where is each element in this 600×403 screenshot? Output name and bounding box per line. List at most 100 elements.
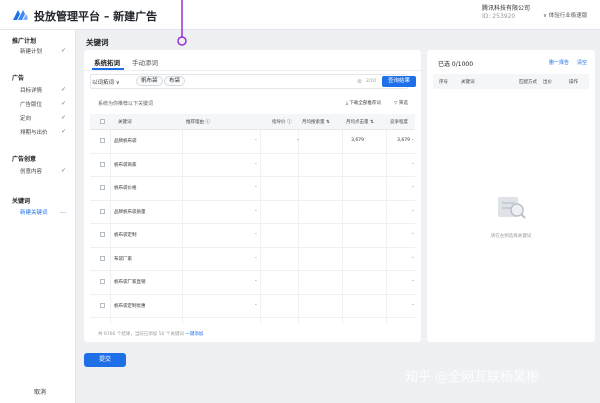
sidebar-item-label: 广告版位 bbox=[20, 102, 43, 108]
reason-cell: - bbox=[255, 231, 257, 237]
keyword-table: 关键词 推荐理由 ⓘ 指导价 ⓘ 月均搜索量 ⇅ 月均点击量 ⇅ 竞争程度 品牌… bbox=[90, 114, 415, 324]
sidebar-item-placement[interactable]: 广告版位 ✓ bbox=[20, 100, 70, 108]
sidebar-item-creative[interactable]: 创意内容 ✓ bbox=[20, 167, 70, 175]
sidebar-item-label: 新建关键词 bbox=[20, 210, 48, 216]
table-row[interactable]: 帆布袋商家 - - bbox=[90, 154, 415, 177]
cancel-button[interactable]: 取消 bbox=[34, 387, 46, 396]
check-icon: ✓ bbox=[60, 128, 66, 135]
platform-title: 投放管理平台 – 新建广告 bbox=[34, 10, 158, 23]
sidebar-group-plan: 推广计划 bbox=[12, 38, 37, 45]
query-button[interactable]: 查询结果 bbox=[382, 76, 416, 87]
table-row[interactable]: 帆布袋定制优惠 - - bbox=[90, 295, 415, 318]
tab-divider bbox=[84, 70, 421, 71]
column-label: 指导价 bbox=[272, 120, 286, 125]
column-label: 月均点击量 bbox=[346, 120, 369, 125]
expand-mode-select[interactable]: 以词拓词 ∨ bbox=[92, 78, 120, 86]
keyword-cell: 品牌帆布袋质量 bbox=[114, 209, 146, 215]
check-icon: ✓ bbox=[60, 100, 66, 107]
reason-cell: - bbox=[255, 207, 257, 214]
keyword-recommend-panel: 系统拓词 手动添词 以词拓词 ∨ 帆布袋 布袋 ⊗ 2/10 查询结果 系统为你… bbox=[84, 50, 421, 342]
sidebar-item-label: 定向 bbox=[20, 116, 32, 122]
row-checkbox[interactable] bbox=[100, 185, 105, 190]
column-header[interactable]: 月均点击量 ⇅ bbox=[346, 119, 374, 125]
sidebar-item-target[interactable]: 目标详情 ✓ bbox=[20, 86, 70, 94]
column-header: 推荐理由 ⓘ bbox=[186, 119, 210, 125]
check-icon: ✓ bbox=[60, 114, 66, 121]
row-checkbox[interactable] bbox=[100, 161, 105, 167]
sidebar-item-new-plan[interactable]: 新建计划 ✓ bbox=[20, 47, 70, 55]
table-row[interactable]: 品牌帆布袋 - -3,679 3,679- bbox=[90, 130, 415, 154]
column-header: 竞争程度 bbox=[390, 120, 408, 125]
column-header: 出价 bbox=[543, 80, 552, 85]
sidebar-item-schedule[interactable]: 排期与出价 ✓ bbox=[20, 128, 70, 136]
row-checkbox[interactable] bbox=[100, 208, 105, 214]
select-all-checkbox[interactable] bbox=[100, 119, 105, 124]
filter-button[interactable]: ▽ 筛选 bbox=[394, 100, 408, 106]
keyword-cell: 帆布袋厂家直销 bbox=[114, 280, 146, 285]
reason-cell: - bbox=[255, 137, 257, 143]
sidebar-item-targeting[interactable]: 定向 ✓ bbox=[20, 114, 70, 122]
info-icon: ⓘ bbox=[286, 120, 292, 125]
sidebar-item-new-keyword[interactable]: 新建关键词... bbox=[20, 208, 70, 216]
competition-cell: - bbox=[412, 254, 414, 261]
chip-label: 布袋 bbox=[169, 78, 181, 84]
empty-state-icon bbox=[498, 197, 526, 219]
switch-label: 体验行业极速版 bbox=[548, 13, 588, 19]
keyword-chip[interactable]: 布袋 bbox=[164, 76, 186, 86]
delete-selected-link[interactable]: 删一择告 bbox=[549, 59, 569, 66]
column-header[interactable]: 月均搜索量 ⇅ bbox=[302, 119, 330, 125]
column-header: 关键词 bbox=[118, 120, 132, 125]
row-checkbox[interactable] bbox=[100, 279, 105, 284]
account-info[interactable]: 腾讯科技有限公司 ID: 253920 bbox=[482, 5, 530, 21]
input-count: 2/10 bbox=[366, 79, 377, 84]
reason-cell: - bbox=[255, 254, 257, 261]
sort-icon: ⇅ bbox=[369, 120, 374, 125]
check-icon: ✓ bbox=[60, 47, 66, 54]
footnote-text: 共 9766 个结果，当前已添加 50 个关键词 bbox=[98, 332, 184, 337]
submit-button[interactable]: 提交 bbox=[84, 353, 126, 367]
tab-manual-add[interactable]: 手动添词 bbox=[132, 57, 158, 67]
row-checkbox[interactable] bbox=[100, 302, 105, 308]
chip-label: 帆布袋 bbox=[141, 78, 158, 84]
sidebar-group-creative: 广告创意 bbox=[12, 156, 37, 163]
table-row[interactable]: 帆布袋价格 - - bbox=[90, 177, 415, 201]
table-row[interactable]: 帆布袋厂家直销 - - bbox=[90, 271, 415, 295]
table-row[interactable]: 品牌帆布袋质量 - - bbox=[90, 201, 415, 224]
info-icon: ⓘ bbox=[205, 120, 210, 125]
result-footnote: 共 9766 个结果，当前已添加 50 个关键词 一键添加 bbox=[98, 331, 203, 337]
row-checkbox[interactable] bbox=[100, 232, 105, 237]
account-name: 腾讯科技有限公司 bbox=[481, 5, 530, 12]
column-label: 推荐理由 bbox=[186, 120, 204, 125]
logo-icon bbox=[13, 10, 28, 20]
filter-label: 筛选 bbox=[398, 101, 408, 106]
industry-switch[interactable]: ∨ 体验行业极速版 bbox=[543, 11, 587, 19]
download-button[interactable]: ⤓ 下载全部推荐词 bbox=[346, 100, 381, 106]
competition-cell: - bbox=[412, 137, 414, 143]
sidebar-item-label: 新建计划 bbox=[20, 49, 43, 55]
keyword-chip[interactable]: 帆布袋 bbox=[136, 76, 163, 86]
clear-all-link[interactable]: 清空 bbox=[577, 59, 587, 66]
competition-cell: - bbox=[412, 160, 414, 167]
keyword-cell: 帆布袋商家 bbox=[114, 162, 137, 168]
selected-count: 已选 0/1000 bbox=[438, 61, 474, 68]
row-checkbox[interactable] bbox=[100, 255, 105, 261]
competition-cell: - bbox=[412, 301, 414, 308]
column-label: 月均搜索量 bbox=[302, 120, 325, 125]
reason-cell: - bbox=[255, 184, 257, 190]
empty-state-text: 请在左侧选择关键词 bbox=[490, 234, 532, 239]
clear-icon[interactable]: ⊗ bbox=[357, 78, 362, 85]
table-row[interactable]: 布袋厂家 - - bbox=[90, 248, 415, 271]
keyword-cell: 品牌帆布袋 bbox=[114, 139, 137, 144]
add-all-link[interactable]: 一键添加 bbox=[185, 332, 203, 337]
selected-keyword-panel: 已选 0/1000 删一择告 清空 序号 关键词 匹配方式 出价 操作 请在左侧… bbox=[427, 50, 595, 342]
keyword-cell: 帆布袋价格 bbox=[114, 186, 137, 191]
reason-cell: - bbox=[255, 278, 257, 284]
column-header: 序号 bbox=[439, 80, 448, 85]
table-row[interactable]: 帆布袋材质-- bbox=[90, 318, 415, 324]
tab-system-expand[interactable]: 系统拓词 bbox=[94, 57, 120, 67]
row-checkbox[interactable] bbox=[100, 138, 105, 143]
competition-cell: - bbox=[412, 278, 414, 284]
sidebar-item-label: 排期与出价 bbox=[20, 130, 48, 136]
sort-icon: ⇅ bbox=[325, 120, 330, 125]
table-row[interactable]: 帆布袋定制 - - bbox=[90, 224, 415, 248]
